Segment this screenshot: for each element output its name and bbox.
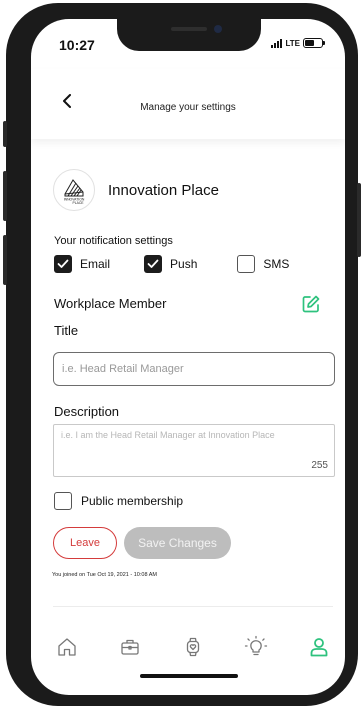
title-label: Title <box>54 323 79 338</box>
description-label: Description <box>54 404 120 419</box>
profile-icon <box>310 638 328 657</box>
joined-date-text: You joined on Tue Oct 19, 2021 - 10:08 A… <box>52 572 157 578</box>
watch-icon <box>186 637 200 657</box>
checkbox-empty-icon <box>54 492 72 510</box>
email-label: Email <box>80 257 111 271</box>
speaker <box>171 27 207 31</box>
briefcase-icon <box>121 639 139 655</box>
battery-icon <box>303 38 325 48</box>
organization-header: INNOVATION PLACE Innovation Place <box>53 169 219 211</box>
signal-icon <box>271 38 283 48</box>
title-input[interactable]: i.e. Head Retail Manager <box>53 352 335 386</box>
save-changes-button[interactable]: Save Changes <box>124 527 231 559</box>
checkbox-empty-icon <box>237 255 256 273</box>
network-type: LTE <box>285 38 300 48</box>
description-textarea[interactable]: i.e. I am the Head Retail Manager at Inn… <box>53 424 335 477</box>
tab-work[interactable] <box>118 635 142 659</box>
character-counter: 255 <box>311 460 328 471</box>
description-placeholder: i.e. I am the Head Retail Manager at Inn… <box>61 430 275 440</box>
push-checkbox[interactable]: Push <box>144 255 197 273</box>
sms-checkbox[interactable]: SMS <box>237 255 289 273</box>
public-membership-label: Public membership <box>81 494 184 508</box>
tab-profile[interactable] <box>307 635 331 659</box>
status-indicators: LTE <box>271 38 325 48</box>
divider <box>53 606 333 607</box>
organization-name: Innovation Place <box>108 181 219 199</box>
edit-button[interactable] <box>301 294 321 314</box>
organization-logo: INNOVATION PLACE <box>53 169 95 211</box>
push-label: Push <box>170 257 198 271</box>
notification-settings-label: Your notification settings <box>54 235 173 247</box>
phone-frame: 10:27 LTE Manage your settings INNOVATIO… <box>3 3 361 706</box>
power-button <box>357 183 361 257</box>
section-title: Workplace Member <box>54 296 167 311</box>
bottom-tab-bar <box>31 627 345 671</box>
notification-options: Email Push SMS <box>54 255 289 273</box>
volume-up-button <box>3 171 7 221</box>
svg-text:PLACE: PLACE <box>72 201 84 205</box>
checkbox-checked-icon <box>144 255 163 273</box>
lightbulb-icon <box>244 635 268 656</box>
tab-home[interactable] <box>55 635 79 659</box>
page-title: Manage your settings <box>140 102 236 113</box>
mute-switch <box>3 121 7 147</box>
home-icon <box>58 638 76 656</box>
tab-wellness[interactable] <box>181 635 205 659</box>
home-indicator <box>140 674 238 678</box>
app-screen: 10:27 LTE Manage your settings INNOVATIO… <box>31 19 345 695</box>
sms-label: SMS <box>263 257 290 271</box>
front-camera <box>214 25 222 33</box>
checkbox-checked-icon <box>54 255 72 273</box>
leave-button[interactable]: Leave <box>53 527 117 559</box>
tab-ideas[interactable] <box>244 635 268 659</box>
edit-icon <box>302 295 320 313</box>
notch <box>117 19 261 51</box>
app-header: Manage your settings <box>31 69 345 139</box>
email-checkbox[interactable]: Email <box>54 255 110 273</box>
public-membership-checkbox[interactable]: Public membership <box>54 492 183 510</box>
volume-down-button <box>3 235 7 285</box>
status-time: 10:27 <box>59 37 95 53</box>
